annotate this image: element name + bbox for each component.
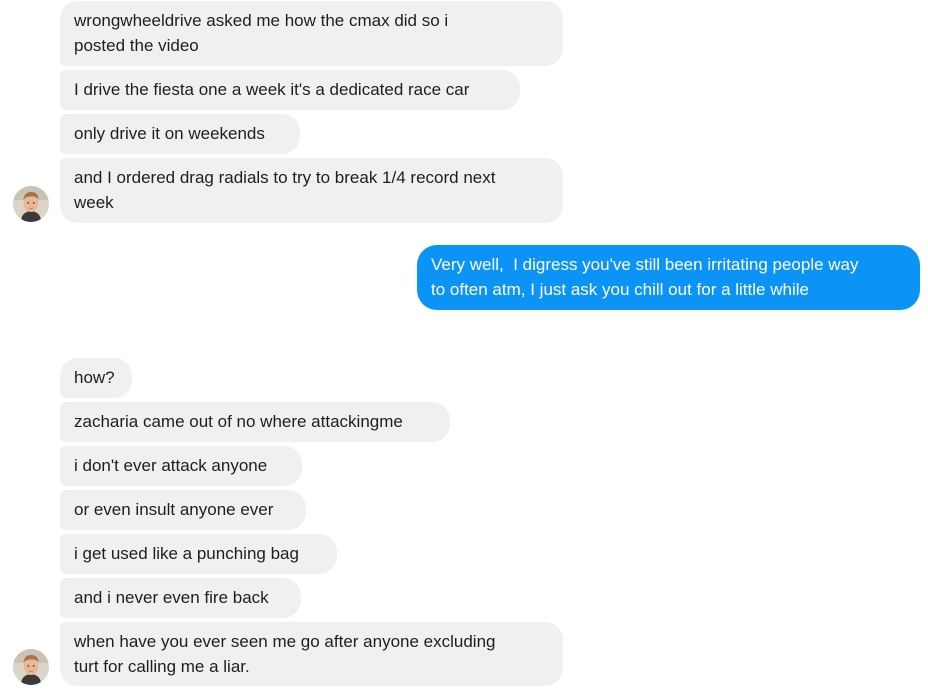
incoming-message[interactable]: and i never even fire back <box>60 578 301 618</box>
incoming-message[interactable]: or even insult anyone ever <box>60 490 306 530</box>
conversation-thread: wrongwheeldrive asked me how the cmax di… <box>0 0 928 697</box>
incoming-message[interactable]: wrongwheeldrive asked me how the cmax di… <box>60 1 563 66</box>
incoming-message[interactable]: zacharia came out of no where attackingm… <box>60 402 450 442</box>
contact-avatar[interactable] <box>13 186 49 222</box>
contact-avatar[interactable] <box>13 649 49 685</box>
person-photo-icon <box>13 649 49 685</box>
outgoing-message[interactable]: Very well, I digress you've still been i… <box>417 245 920 310</box>
person-photo-icon <box>13 186 49 222</box>
incoming-message[interactable]: i don't ever attack anyone <box>60 446 302 486</box>
incoming-message[interactable]: and I ordered drag radials to try to bre… <box>60 158 563 223</box>
incoming-message[interactable]: only drive it on weekends <box>60 114 300 154</box>
incoming-message[interactable]: i get used like a punching bag <box>60 534 337 574</box>
incoming-message[interactable]: when have you ever seen me go after anyo… <box>60 622 563 686</box>
incoming-message[interactable]: how? <box>60 358 132 398</box>
incoming-message[interactable]: I drive the fiesta one a week it's a ded… <box>60 70 520 110</box>
